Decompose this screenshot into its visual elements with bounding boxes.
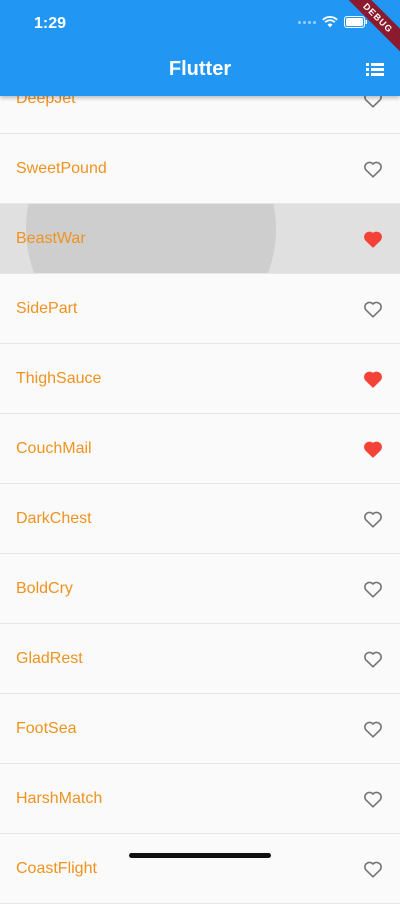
item-name: FootSea xyxy=(16,719,77,737)
heart-filled-icon[interactable] xyxy=(362,438,384,460)
page-title: Flutter xyxy=(168,58,232,80)
word-list[interactable]: DeepJet SweetPound BeastWar SidePart Thi… xyxy=(0,64,400,904)
status-icons xyxy=(298,16,368,28)
app-bar: 1:29 DEBUG Flutter xyxy=(0,0,400,96)
item-name: DarkChest xyxy=(16,509,92,527)
heart-outline-icon[interactable] xyxy=(362,788,384,810)
item-name: BeastWar xyxy=(16,229,86,247)
heart-filled-icon[interactable] xyxy=(362,228,384,250)
heart-outline-icon[interactable] xyxy=(362,648,384,670)
list-item[interactable]: HarshMatch xyxy=(0,764,400,834)
home-indicator[interactable] xyxy=(129,853,271,858)
status-time: 1:29 xyxy=(34,15,67,32)
item-name: ThighSauce xyxy=(16,369,102,387)
item-name: CoastFlight xyxy=(16,859,97,877)
battery-icon xyxy=(344,16,367,28)
item-name: GladRest xyxy=(16,649,83,667)
heart-outline-icon[interactable] xyxy=(362,858,384,880)
heart-outline-icon[interactable] xyxy=(362,578,384,600)
signal-icon xyxy=(298,20,316,24)
list-item[interactable]: GladRest xyxy=(0,624,400,694)
list-icon[interactable] xyxy=(364,58,386,80)
item-name: BoldCry xyxy=(16,579,73,597)
heart-outline-icon[interactable] xyxy=(362,298,384,320)
list-item[interactable]: SweetPound xyxy=(0,134,400,204)
heart-outline-icon[interactable] xyxy=(362,508,384,530)
heart-filled-icon[interactable] xyxy=(362,368,384,390)
heart-outline-icon[interactable] xyxy=(362,158,384,180)
list-item[interactable]: CouchMail xyxy=(0,414,400,484)
list-item[interactable]: BoldCry xyxy=(0,554,400,624)
list-item[interactable]: DarkChest xyxy=(0,484,400,554)
heart-outline-icon[interactable] xyxy=(362,718,384,740)
list-item[interactable]: CoastFlight xyxy=(0,834,400,904)
debug-banner: DEBUG xyxy=(336,0,400,60)
list-item-pressed[interactable]: BeastWar xyxy=(0,204,400,274)
item-name: SidePart xyxy=(16,299,78,317)
item-name: HarshMatch xyxy=(16,789,103,807)
item-name: CouchMail xyxy=(16,439,92,457)
list-item[interactable]: ThighSauce xyxy=(0,344,400,414)
list-item[interactable]: FootSea xyxy=(0,694,400,764)
list-item[interactable]: SidePart xyxy=(0,274,400,344)
wifi-icon xyxy=(322,16,338,28)
item-name: SweetPound xyxy=(16,159,107,177)
